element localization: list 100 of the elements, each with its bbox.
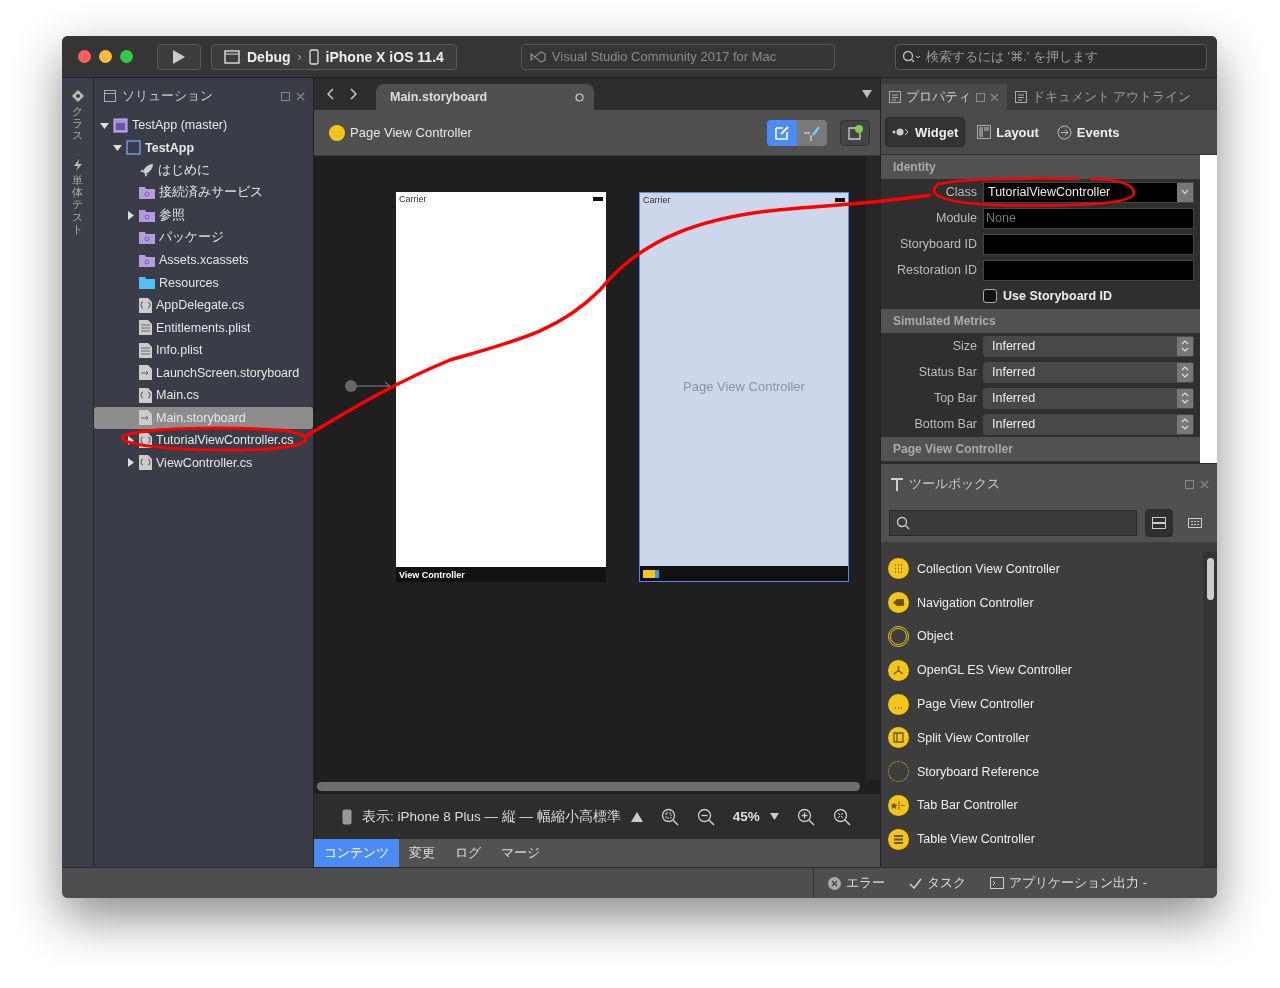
scene-screen[interactable]: Carrier View Controller (396, 192, 606, 582)
property-label: Restoration ID (896, 263, 977, 277)
run-button[interactable] (157, 43, 201, 70)
tree-item[interactable]: ViewController.cs (94, 451, 313, 474)
tree-item[interactable]: TestApp (master) (94, 114, 313, 137)
inspector-mode-button[interactable]: Widget (885, 117, 966, 147)
forward-icon[interactable] (349, 88, 357, 100)
tab-list-icon[interactable] (862, 90, 872, 98)
toolbox-item[interactable]: Collection View Controller (881, 552, 1203, 586)
view-tab[interactable]: マージ (491, 839, 550, 867)
scene-screen[interactable]: Carrier Page View Controller (639, 192, 849, 582)
zoom-actual-icon[interactable] (832, 807, 851, 826)
checkbox[interactable]: Use Storyboard ID (983, 289, 1113, 303)
text-field[interactable] (983, 233, 1194, 255)
target-selector[interactable]: Debug › iPhone X iOS 11.4 (211, 43, 457, 70)
dock-icon[interactable] (976, 92, 985, 102)
toolbox-item[interactable]: Split View Controller (881, 721, 1203, 755)
side-tab[interactable]: クラス (71, 90, 84, 142)
tree-item[interactable]: AppDelegate.cs (94, 294, 313, 317)
tree-item[interactable]: 接続済みサービス (94, 181, 313, 204)
toolbox-item[interactable]: Tab Bar Controller (881, 788, 1203, 823)
scene-title: Page View Controller (683, 378, 805, 394)
text-field[interactable] (983, 259, 1194, 281)
constraints-mode-button[interactable] (797, 119, 827, 146)
disclosure-triangle-icon[interactable] (100, 120, 109, 130)
tree-item[interactable]: TestApp (94, 136, 313, 159)
status-item[interactable]: エラー (828, 874, 886, 892)
dock-icon[interactable] (281, 91, 290, 101)
side-tab[interactable]: 単体テスト (72, 159, 83, 235)
select-field[interactable]: Inferred (983, 387, 1194, 409)
document-tab[interactable]: Main.storyboard (376, 84, 594, 110)
zoom-button[interactable] (120, 50, 133, 63)
tree-item[interactable]: Resources (94, 271, 313, 294)
scrollbar[interactable] (1200, 155, 1217, 463)
scrollbar[interactable] (1203, 552, 1217, 867)
toolbox-item[interactable]: OpenGL ES View Controller (881, 653, 1203, 688)
text-field[interactable]: None (983, 207, 1194, 229)
close-button[interactable] (78, 50, 91, 63)
view-as-label[interactable]: 表示: iPhone 8 Plus — 縦 — 幅縮小高標準 (362, 807, 621, 826)
property-label: Bottom Bar (913, 417, 977, 431)
tree-item[interactable]: Main.cs (94, 384, 313, 407)
back-icon[interactable] (327, 88, 335, 100)
status-item[interactable]: アプリケーション出力 - (990, 874, 1147, 892)
zoom-fit-icon[interactable] (660, 807, 679, 826)
horizontal-scrollbar[interactable] (317, 782, 860, 791)
disclosure-triangle-icon[interactable] (126, 210, 135, 220)
tree-item[interactable]: はじめに (94, 159, 313, 182)
tree-item[interactable]: Entitlements.plist (94, 316, 313, 339)
window-icon (224, 49, 240, 64)
dropdown-icon[interactable] (769, 813, 779, 820)
list-view-button[interactable] (1145, 509, 1173, 537)
zoom-level[interactable]: 45% (732, 809, 760, 824)
zoom-out-icon[interactable] (696, 807, 715, 826)
status-item[interactable]: タスク (909, 874, 967, 892)
toolbox-item[interactable]: Page View Controller (881, 687, 1203, 721)
select-field[interactable]: Inferred (983, 413, 1194, 435)
class-icon (71, 90, 84, 102)
disclosure-triangle-icon[interactable] (126, 435, 135, 445)
inspector-mode-button[interactable]: Events (1050, 117, 1126, 147)
close-icon[interactable] (990, 92, 999, 102)
preview-button[interactable] (840, 119, 870, 146)
search-field[interactable] (889, 510, 1137, 536)
view-tab[interactable]: ログ (445, 839, 491, 867)
tab-close-icon[interactable] (575, 92, 584, 102)
page-controller-icon (888, 693, 909, 715)
scene-dock-icon (643, 569, 659, 578)
tree-item[interactable]: LaunchScreen.storyboard (94, 361, 313, 384)
selected-object-label: Page View Controller (350, 125, 472, 140)
toolbox-item[interactable]: Navigation Controller (881, 585, 1203, 620)
select-field[interactable]: Inferred (983, 335, 1194, 357)
select-field[interactable]: Inferred (983, 361, 1194, 383)
tree-item[interactable]: TutorialViewController.cs (94, 429, 313, 452)
tree-item[interactable]: Info.plist (94, 339, 313, 362)
tree-item[interactable]: 参照 (94, 204, 313, 227)
toolbox-item[interactable]: Table View Controller (881, 822, 1203, 857)
design-mode-button[interactable] (767, 119, 797, 146)
toolbox-item[interactable]: Storyboard Reference (881, 754, 1203, 789)
zoom-in-icon[interactable] (796, 807, 815, 826)
code-file-icon (139, 297, 152, 313)
toolbox-item[interactable]: Object (881, 619, 1203, 654)
disclosure-triangle-icon[interactable] (126, 458, 135, 468)
scrollbar[interactable] (866, 156, 880, 780)
pad-tab[interactable]: ドキュメント アウトライン (1007, 84, 1200, 110)
inspector-mode-button[interactable]: Layout (971, 117, 1045, 147)
battery-icon (593, 196, 603, 201)
expand-up-icon[interactable] (630, 811, 643, 822)
minimize-button[interactable] (99, 50, 112, 63)
search-field[interactable]: 検索するには '⌘.' を押します (895, 43, 1207, 70)
tree-item[interactable]: パッケージ (94, 226, 313, 249)
panel-icon (104, 90, 116, 102)
pad-tab[interactable]: プロパティ (881, 84, 1007, 110)
play-icon (172, 48, 186, 65)
search-icon (896, 516, 910, 530)
class-combo-box[interactable]: TutorialViewController (983, 181, 1194, 203)
tree-item[interactable]: Assets.xcassets (94, 249, 313, 272)
chevron-down-icon (1181, 189, 1189, 195)
disclosure-triangle-icon[interactable] (113, 143, 122, 153)
project-icon (126, 140, 141, 156)
view-tab[interactable]: 変更 (399, 839, 445, 867)
close-icon[interactable] (296, 91, 305, 101)
